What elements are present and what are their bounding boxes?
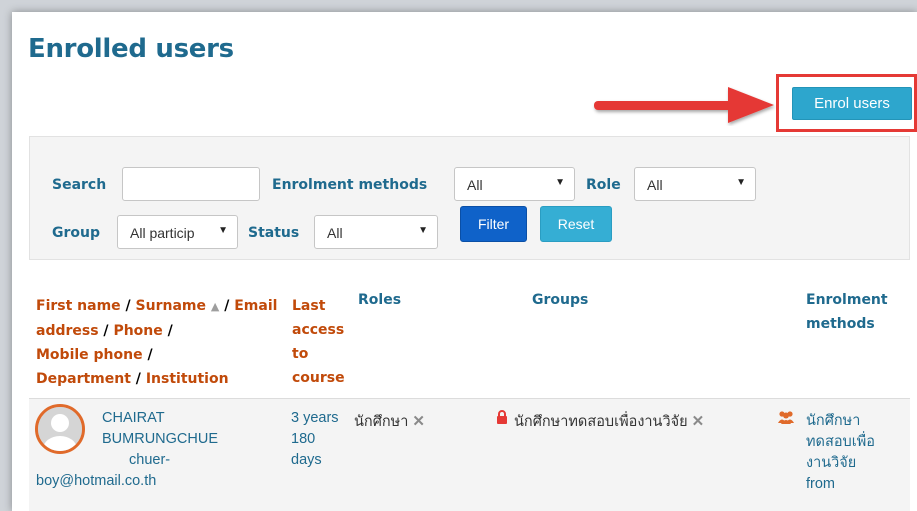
chevron-down-icon: ▼ (555, 177, 565, 188)
enrolled-users-page: Enrolled users Enrol users Search Enrolm… (12, 12, 917, 511)
group-select[interactable]: All particip ▼ (117, 215, 238, 249)
user-surname[interactable]: BUMRUNGCHUE (94, 431, 218, 447)
enrol-users-button[interactable]: Enrol users (792, 87, 912, 120)
last-access-header: Last access to course (292, 294, 362, 390)
role-value: All (647, 177, 663, 193)
enrolment-methods-header-line1: Enrolment (806, 292, 888, 308)
user-details-header: First name / Surname ▲ / Email address /… (36, 298, 278, 387)
filter-panel: Search Enrolment methods All ▼ Role All … (29, 136, 910, 260)
last-access-word-2: access (292, 322, 345, 338)
last-access-value-1: 3 years (291, 410, 339, 426)
last-access-value-3: days (291, 452, 322, 468)
user-email-line1: chuer- (129, 452, 171, 468)
last-access-word-3: to (292, 346, 309, 362)
enrolment-cell: นักศึกษา ทดสอบเพื่อ งานวิจัย from (806, 411, 875, 495)
sort-institution-link[interactable]: Institution (146, 371, 229, 387)
reset-button[interactable]: Reset (540, 206, 612, 242)
status-label: Status (248, 225, 300, 241)
enrolment-methods-header-line2: methods (806, 316, 875, 332)
last-access-value-2: 180 (291, 431, 316, 447)
groups-header: Groups (532, 292, 589, 308)
chevron-down-icon: ▼ (418, 225, 428, 236)
close-icon[interactable]: ✕ (412, 413, 425, 430)
group-label: Group (52, 225, 101, 241)
sort-department-link[interactable]: Department (36, 371, 131, 387)
enrolment-methods-select[interactable]: All ▼ (454, 167, 575, 201)
sort-surname-link[interactable]: Surname (136, 298, 206, 314)
enrolment-line3: งานวิจัย (806, 455, 857, 471)
sort-up-icon[interactable]: ▲ (211, 300, 219, 313)
user-name-cell: CHAIRAT BUMRUNGCHUE chuer- (94, 408, 234, 471)
search-label: Search (52, 177, 107, 193)
search-input[interactable] (122, 167, 260, 201)
user-email-line2: boy@hotmail.co.th (36, 473, 157, 489)
last-access-word-1: Last (292, 298, 326, 314)
sort-mobile-link[interactable]: Mobile phone (36, 347, 143, 363)
user-first-name[interactable]: CHAIRAT (94, 410, 165, 426)
enrolment-line1: นักศึกษา (806, 413, 861, 429)
group-value: All particip (130, 225, 195, 241)
enrolment-methods-header: Enrolment methods (806, 288, 888, 336)
enrolment-line2: ทดสอบเพื่อ (806, 434, 875, 450)
enrolment-line4: from (806, 476, 835, 492)
last-access-cell: 3 years 180 days (291, 408, 339, 471)
role-select[interactable]: All ▼ (634, 167, 756, 201)
last-access-word-4: course (292, 370, 345, 386)
role-name: นักศึกษา (354, 414, 409, 430)
page-title: Enrolled users (28, 34, 234, 64)
avatar[interactable] (35, 404, 85, 454)
roles-header: Roles (358, 292, 402, 308)
role-cell: นักศึกษา ✕ (354, 411, 425, 433)
enrolment-methods-label: Enrolment methods (272, 177, 428, 193)
sort-last-access-link[interactable]: Last access to course (292, 298, 345, 386)
chevron-down-icon: ▼ (736, 177, 746, 188)
group-name: นักศึกษาทดสอบเพื่องานวิจัย (514, 414, 688, 430)
role-label: Role (586, 177, 621, 193)
chevron-down-icon: ▼ (215, 225, 228, 236)
user-silhouette-icon (38, 407, 82, 451)
people-icon (778, 411, 794, 424)
lock-icon (497, 410, 507, 424)
status-select[interactable]: All ▼ (314, 215, 438, 249)
close-icon[interactable]: ✕ (692, 413, 705, 430)
filter-button[interactable]: Filter (460, 206, 527, 242)
sort-phone-link[interactable]: Phone (113, 323, 162, 339)
sort-first-name-link[interactable]: First name (36, 298, 121, 314)
enrolment-methods-value: All (467, 177, 483, 193)
group-cell: นักศึกษาทดสอบเพื่องานวิจัย ✕ (514, 411, 704, 433)
status-value: All (327, 225, 343, 241)
enrol-users-highlight: Enrol users (776, 74, 917, 132)
red-arrow-icon (594, 87, 774, 123)
